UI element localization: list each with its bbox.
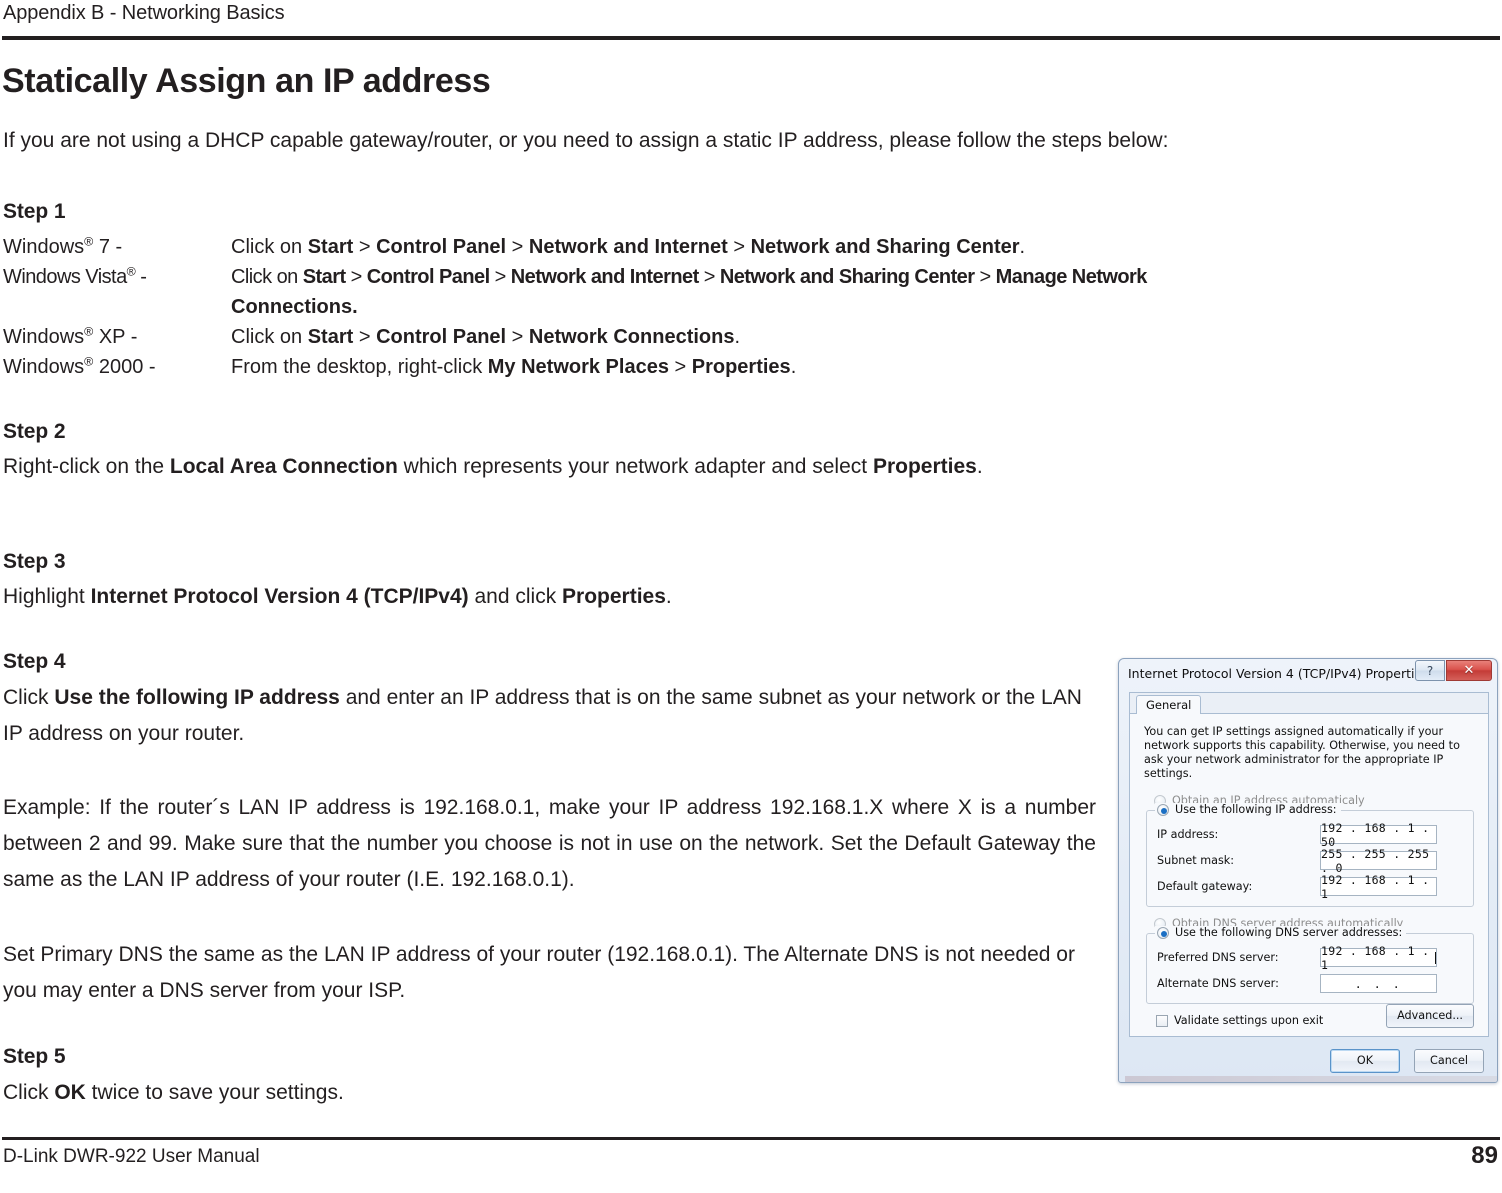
ip-settings-group: Use the following IP address: IP address… — [1146, 803, 1474, 907]
tab-page-general: You can get IP settings assigned automat… — [1130, 714, 1488, 1036]
field-ip-address: IP address: 192 . 168 . 1 . 50 — [1157, 821, 1465, 849]
step2-paragraph: Right-click on the Local Area Connection… — [3, 455, 983, 478]
dns-settings-group: Use the following DNS server addresses: … — [1146, 926, 1474, 1004]
os-label-vista: Windows Vista® - — [3, 264, 147, 288]
dialog-window-buttons: ? ✕ — [1415, 660, 1492, 681]
cancel-button[interactable]: Cancel — [1414, 1049, 1484, 1073]
footer-page-number: 89 — [1471, 1142, 1498, 1169]
ok-button[interactable]: OK — [1330, 1049, 1400, 1073]
tcpipv4-properties-dialog: Internet Protocol Version 4 (TCP/IPv4) P… — [1118, 658, 1498, 1083]
registered-icon: ® — [84, 324, 94, 339]
step4-paragraph-1: Click Use the following IP address and e… — [3, 686, 1082, 745]
preferred-dns-input[interactable]: 192 . 168 . 1 . 1 — [1320, 944, 1437, 972]
os-row-xp: Windows® XP - Click on Start > Control P… — [3, 322, 1502, 352]
os-row-win7: Windows® 7 - Click on Start > Control Pa… — [3, 232, 1502, 262]
os-path-xp: Click on Start > Control Panel > Network… — [231, 326, 741, 348]
step3-heading: Step 3 — [3, 550, 66, 573]
advanced-button[interactable]: Advanced... — [1386, 1004, 1474, 1028]
registered-icon: ® — [126, 264, 136, 279]
os-path-win2000: From the desktop, right-click My Network… — [231, 356, 797, 378]
step2-heading: Step 2 — [3, 420, 66, 443]
field-default-gateway: Default gateway: 192 . 168 . 1 . 1 — [1157, 873, 1465, 901]
dialog-body: General You can get IP settings assigned… — [1129, 692, 1489, 1037]
default-gateway-input[interactable]: 192 . 168 . 1 . 1 — [1320, 873, 1437, 901]
dialog-description: You can get IP settings assigned automat… — [1144, 725, 1460, 780]
step3-paragraph: Highlight Internet Protocol Version 4 (T… — [3, 585, 672, 608]
dialog-title: Internet Protocol Version 4 (TCP/IPv4) P… — [1128, 666, 1429, 681]
step1-os-table: Windows® 7 - Click on Start > Control Pa… — [3, 232, 1502, 382]
dialog-titlebar: Internet Protocol Version 4 (TCP/IPv4) P… — [1119, 659, 1497, 688]
footer-rule — [2, 1137, 1500, 1140]
os-label-win7: Windows® 7 - — [3, 234, 123, 258]
radio-use-following-dns-label: Use the following DNS server addresses: — [1175, 926, 1403, 939]
radio-use-following-dns[interactable]: Use the following DNS server addresses: — [1155, 926, 1407, 939]
running-head: Appendix B - Networking Basics — [3, 2, 285, 24]
os-path-vista-continuation: Connections. — [231, 296, 358, 318]
validate-settings-label: Validate settings upon exit — [1174, 1014, 1324, 1027]
field-alternate-dns: Alternate DNS server: . . . — [1157, 974, 1465, 993]
subnet-mask-input[interactable]: 255 . 255 . 255 . 0 — [1320, 847, 1437, 875]
tab-general[interactable]: General — [1136, 695, 1202, 716]
radio-use-following-ip[interactable]: Use the following IP address: — [1155, 803, 1341, 816]
alternate-dns-input[interactable]: . . . — [1320, 974, 1437, 993]
step4-paragraph-2: Example: If the router´s LAN IP address … — [3, 796, 1096, 891]
tcpipv4-properties-dialog-figure: Internet Protocol Version 4 (TCP/IPv4) P… — [1114, 654, 1502, 1092]
os-row-vista: Windows Vista® - Click on Start > Contro… — [3, 262, 1502, 292]
os-path-win7: Click on Start > Control Panel > Network… — [231, 236, 1026, 258]
page-title: Statically Assign an IP address — [2, 62, 491, 100]
tabstrip: General — [1130, 693, 1488, 716]
ip-address-input[interactable]: 192 . 168 . 1 . 50 — [1320, 821, 1437, 849]
dialog-footer: OK Cancel — [1119, 1049, 1497, 1073]
step4-paragraph-3: Set Primary DNS the same as the LAN IP a… — [3, 943, 1075, 1002]
step4-heading: Step 4 — [3, 650, 66, 673]
close-icon[interactable]: ✕ — [1446, 660, 1492, 681]
radio-use-following-ip-label: Use the following IP address: — [1175, 803, 1337, 816]
text-caret — [1435, 951, 1436, 964]
dialog-bottom-shadow — [1125, 1076, 1497, 1082]
help-icon[interactable]: ? — [1415, 660, 1445, 681]
field-label: Preferred DNS server: — [1157, 951, 1279, 964]
checkbox-icon — [1156, 1014, 1168, 1027]
registered-icon: ® — [84, 234, 94, 249]
field-label: Default gateway: — [1157, 880, 1253, 893]
field-preferred-dns: Preferred DNS server: 192 . 168 . 1 . 1 — [1157, 944, 1465, 972]
registered-icon: ® — [84, 354, 94, 369]
field-label: IP address: — [1157, 828, 1219, 841]
os-path-vista: Click on Start > Control Panel > Network… — [231, 266, 1147, 288]
field-label: Subnet mask: — [1157, 854, 1235, 867]
step1-heading: Step 1 — [3, 200, 66, 223]
field-subnet-mask: Subnet mask: 255 . 255 . 255 . 0 — [1157, 847, 1465, 875]
os-label-win2000: Windows® 2000 - — [3, 354, 156, 378]
step5-heading: Step 5 — [3, 1045, 66, 1068]
radio-icon — [1157, 803, 1169, 816]
header-rule — [2, 36, 1500, 40]
os-label-xp: Windows® XP - — [3, 324, 138, 348]
intro-paragraph: If you are not using a DHCP capable gate… — [3, 129, 1169, 152]
field-label: Alternate DNS server: — [1157, 977, 1279, 990]
step5-paragraph: Click OK twice to save your settings. — [3, 1081, 344, 1104]
os-row-win2000: Windows® 2000 - From the desktop, right-… — [3, 352, 1502, 382]
footer-manual-name: D-Link DWR-922 User Manual — [3, 1146, 260, 1167]
radio-icon — [1157, 926, 1169, 939]
manual-page: Appendix B - Networking Basics Staticall… — [0, 0, 1502, 1193]
